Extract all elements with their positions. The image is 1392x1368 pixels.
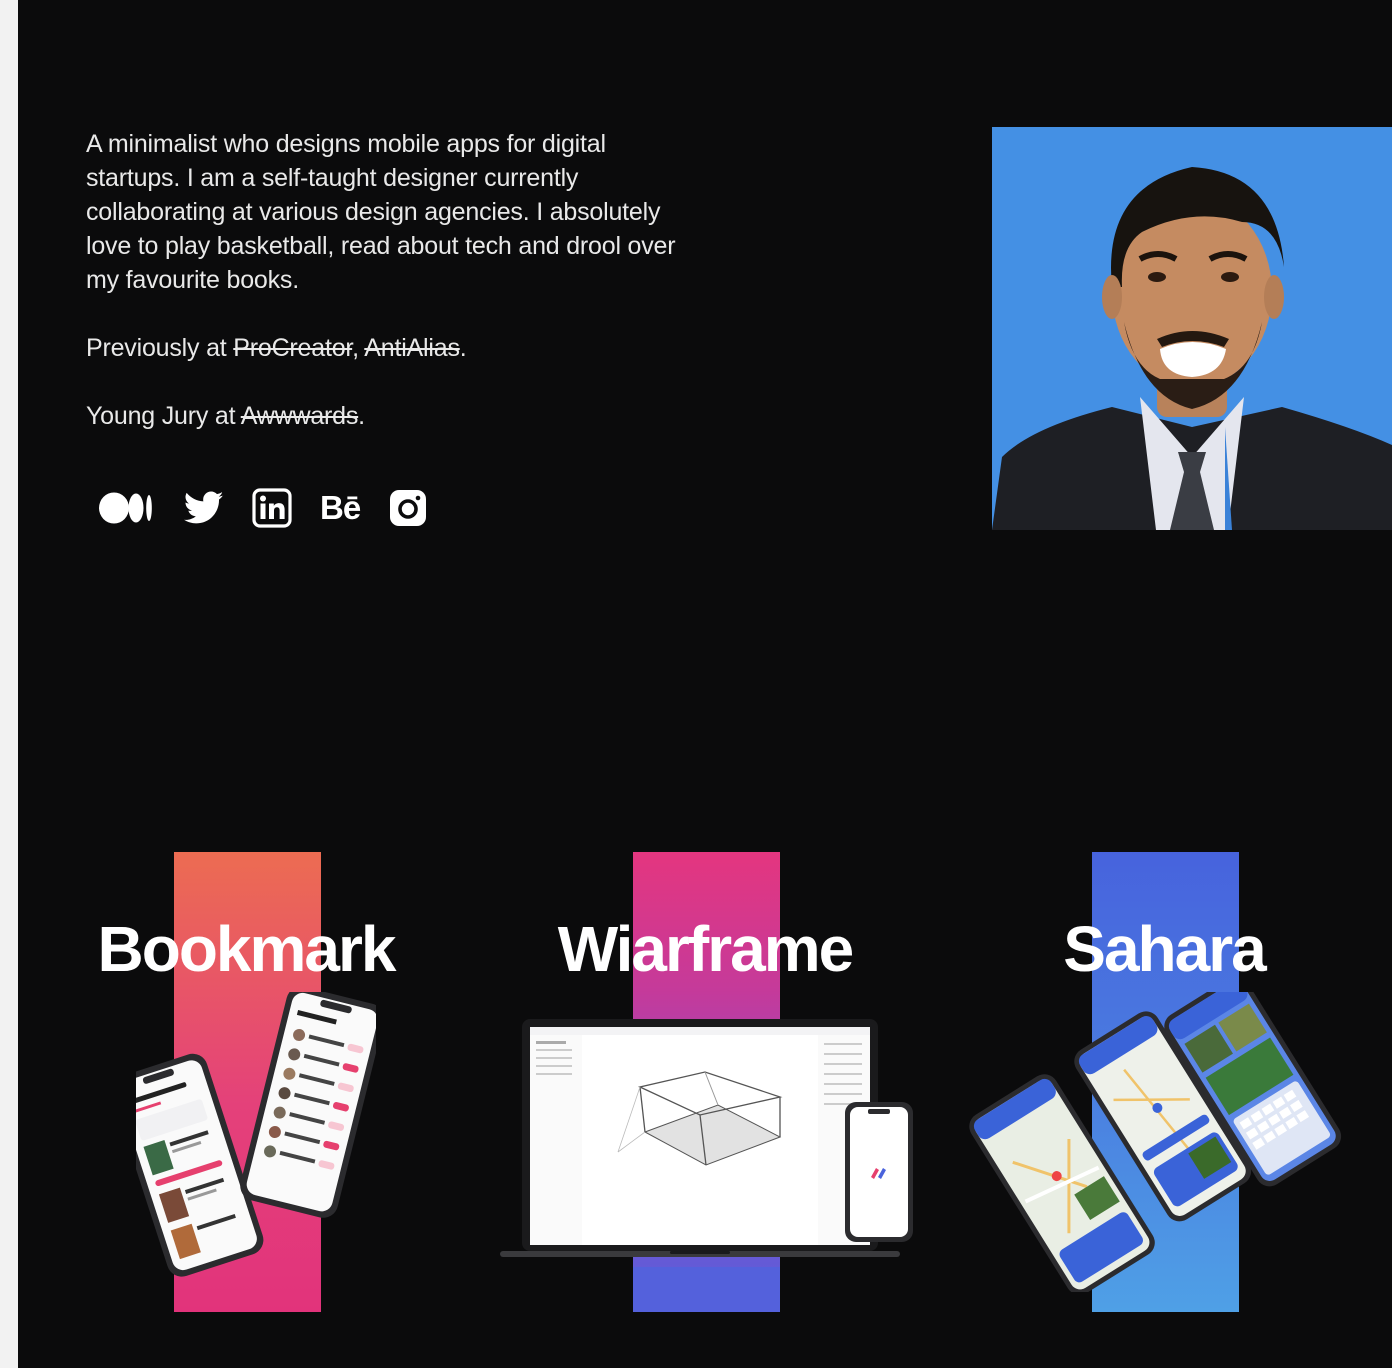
procreator-link[interactable]: ProCreator: [233, 334, 352, 362]
jury-prefix: Young Jury at: [86, 402, 241, 430]
page: A minimalist who designs mobile apps for…: [18, 0, 1392, 1368]
antialias-link[interactable]: AntiAlias: [364, 334, 460, 362]
project-sahara[interactable]: Sahara: [954, 852, 1374, 1312]
bio-jury: Young Jury at Awwwards.: [86, 399, 706, 433]
wiarframe-laptop-image: [500, 1019, 913, 1257]
project-title-sahara: Sahara: [1063, 913, 1266, 985]
profile-photo: [992, 127, 1392, 530]
behance-label: Bē: [320, 489, 361, 526]
medium-icon[interactable]: [98, 490, 156, 526]
previously-separator: ,: [352, 334, 365, 362]
bio-intro: A minimalist who designs mobile apps for…: [86, 130, 676, 294]
project-title-bookmark: Bookmark: [97, 913, 397, 985]
project-title-wiarframe: Wiarframe: [557, 913, 854, 985]
awwwards-link[interactable]: Awwwards: [241, 402, 359, 430]
project-bookmark[interactable]: Bookmark: [36, 852, 456, 1312]
bio-previously: Previously at ProCreator, AntiAlias.: [86, 331, 706, 365]
previously-prefix: Previously at: [86, 334, 234, 362]
bookmark-phones-image: [136, 992, 376, 1277]
jury-suffix: .: [358, 402, 365, 430]
twitter-icon[interactable]: [184, 491, 224, 525]
social-links: Bē: [98, 485, 428, 531]
previously-suffix: .: [459, 334, 467, 362]
sahara-phones-image: [969, 992, 1342, 1292]
instagram-icon[interactable]: [388, 488, 428, 528]
linkedin-icon[interactable]: [252, 488, 292, 528]
behance-icon[interactable]: Bē: [320, 489, 361, 527]
wiarframe-bar-base: [633, 1267, 780, 1312]
bio-section: A minimalist who designs mobile apps for…: [86, 127, 706, 467]
project-wiarframe[interactable]: Wiarframe: [495, 852, 915, 1312]
